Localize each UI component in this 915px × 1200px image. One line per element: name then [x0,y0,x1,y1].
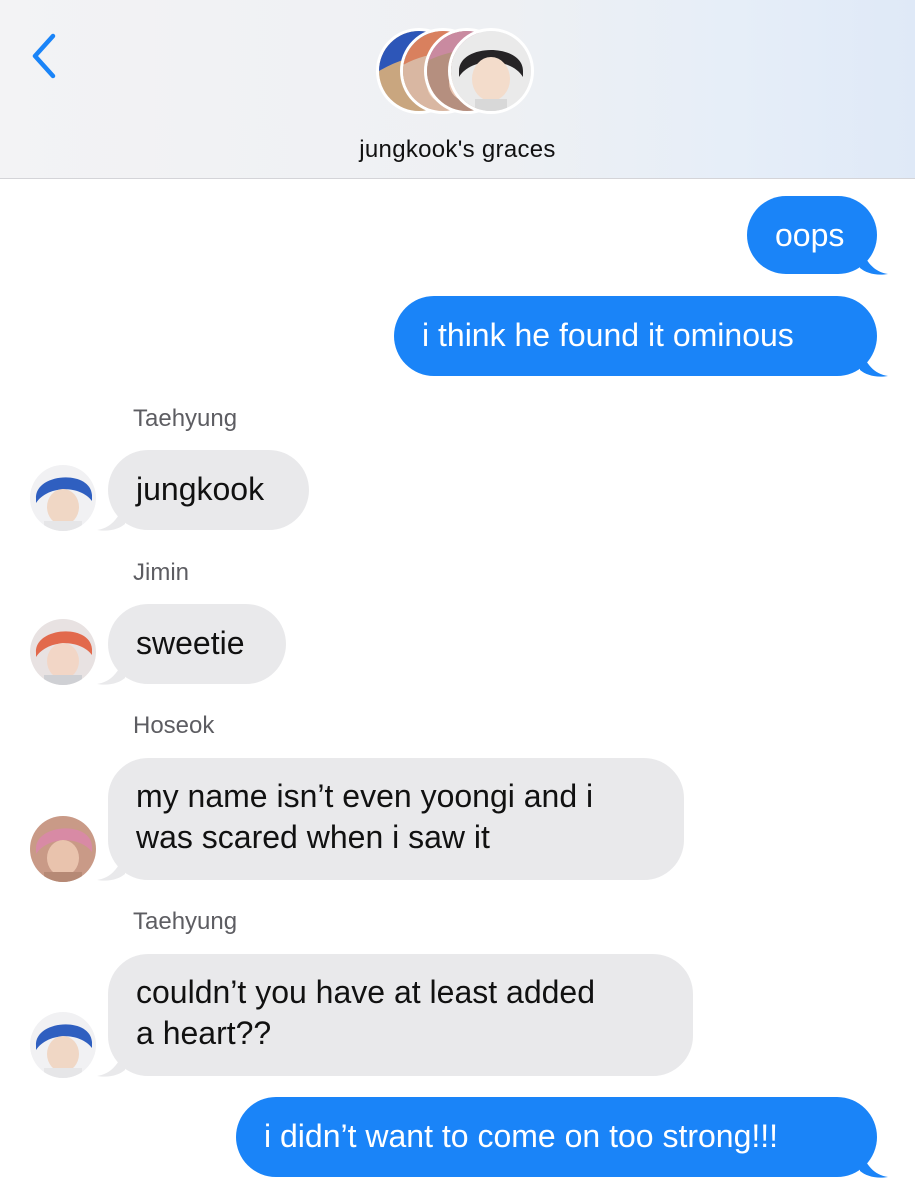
message-text: i didn’t want to come on too strong!!! [264,1118,779,1154]
message-text-line: my name isn’t even yoongi and i [136,778,594,814]
message-text: sweetie [136,625,245,661]
back-button[interactable] [22,30,66,82]
bubble-tail [97,656,125,685]
sender-avatar[interactable] [30,1012,96,1078]
bubble-tail [860,246,888,275]
group-avatar-stack[interactable] [376,28,536,122]
conversation-header: jungkook's graces [0,0,915,179]
sender-name: Taehyung [133,908,238,935]
bubble-tail [97,852,125,881]
incoming-message-bubble[interactable]: couldn’t you have at least added a heart… [108,954,693,1076]
message-text-line: was scared when i saw it [136,819,490,855]
incoming-message-bubble[interactable]: sweetie [108,604,286,684]
message-text: jungkook [136,471,265,507]
outgoing-message-bubble[interactable]: i think he found it ominous [394,296,877,376]
group-title[interactable]: jungkook's graces [0,136,915,164]
bubble-tail [97,1048,125,1077]
outgoing-message-bubble[interactable]: oops [747,196,877,274]
sender-name: Jimin [133,559,190,586]
sender-avatar[interactable] [30,816,96,882]
message-text: oops [775,217,845,253]
sender-avatar[interactable] [30,619,96,685]
incoming-message-bubble[interactable]: jungkook [108,450,309,530]
sender-name: Hoseok [133,712,215,739]
bubble-tail [860,348,888,377]
group-member-avatar [448,28,534,114]
message-text: i think he found it ominous [422,317,794,353]
message-text-line: couldn’t you have at least added [136,974,595,1010]
sender-avatar[interactable] [30,465,96,531]
outgoing-message-bubble[interactable]: i didn’t want to come on too strong!!! [236,1097,877,1177]
message-text-line: a heart?? [136,1015,272,1051]
incoming-message-bubble[interactable]: my name isn’t even yoongi and i was scar… [108,758,684,880]
bubble-tail [97,502,125,531]
sender-name: Taehyung [133,405,238,432]
bubble-tail [860,1149,888,1178]
chevron-left-icon [32,33,56,79]
